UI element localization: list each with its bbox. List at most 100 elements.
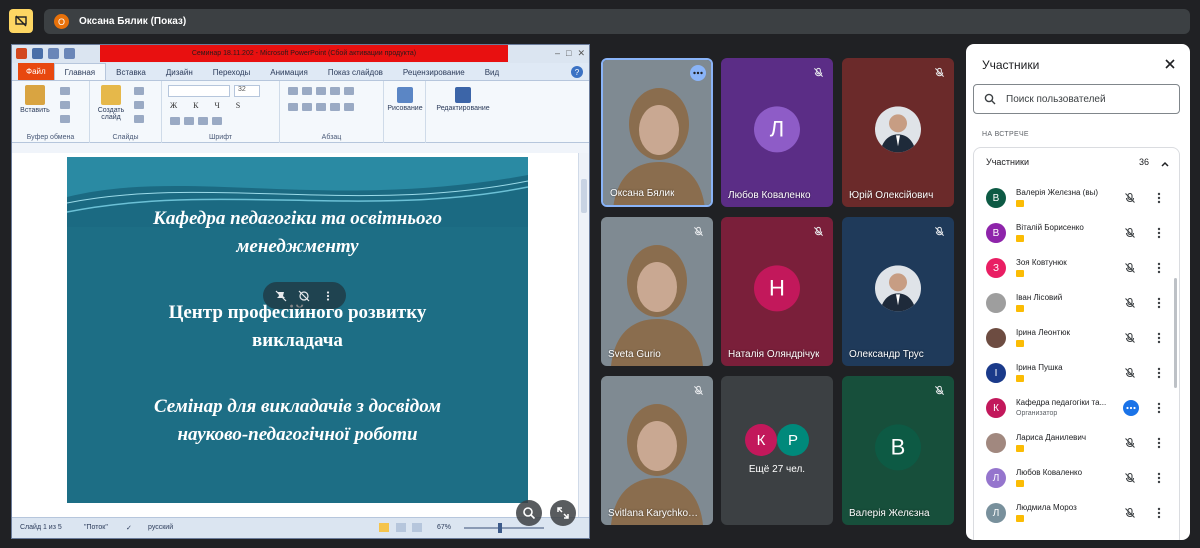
more-options-icon[interactable] — [1157, 506, 1161, 524]
mic-off-icon[interactable] — [1124, 506, 1136, 524]
hide-tile-icon[interactable] — [298, 290, 310, 302]
ribbon-tab[interactable]: Анимация — [260, 64, 318, 80]
participant-row[interactable]: Ірина Леонтюк — [974, 321, 1179, 356]
close-panel-button[interactable] — [1164, 57, 1176, 75]
organizer-options-button[interactable] — [1123, 400, 1139, 416]
more-options-icon[interactable] — [1157, 331, 1161, 349]
list-scrollbar[interactable] — [1174, 278, 1177, 388]
cut-icon[interactable] — [60, 87, 70, 95]
ribbon-tab[interactable]: Файл — [18, 63, 54, 80]
participant-tile[interactable]: К Р Ещё 27 чел. — [721, 376, 833, 525]
ribbon-tab[interactable]: Дизайн — [156, 64, 203, 80]
numbering-icon[interactable] — [302, 87, 312, 95]
participant-row[interactable]: Лариса Данилевич — [974, 426, 1179, 461]
font-color-icon[interactable] — [170, 117, 180, 125]
participant-row[interactable]: Іван Лісовий — [974, 286, 1179, 321]
zoom-in-button[interactable] — [516, 500, 542, 526]
layout-icon[interactable] — [134, 87, 144, 95]
fullscreen-button[interactable] — [550, 500, 576, 526]
reset-icon[interactable] — [134, 101, 144, 109]
format-painter-icon[interactable] — [60, 115, 70, 123]
more-options-icon[interactable] — [1157, 261, 1161, 279]
participant-tile[interactable]: Н Наталія Оляндрічук — [721, 217, 833, 366]
help-icon[interactable]: ? — [571, 66, 583, 78]
ribbon-tab[interactable]: Вид — [475, 64, 509, 80]
mic-off-icon[interactable] — [1124, 261, 1136, 279]
mic-off-icon[interactable] — [1124, 296, 1136, 314]
tile-options-button[interactable] — [690, 65, 706, 81]
align-left-icon[interactable] — [288, 103, 298, 111]
search-input[interactable]: Поиск пользователей — [973, 84, 1180, 114]
align-right-icon[interactable] — [316, 103, 326, 111]
save-icon[interactable] — [32, 48, 43, 59]
group-label[interactable]: Участники — [986, 157, 1029, 167]
mic-off-icon[interactable] — [1124, 191, 1136, 209]
participant-row[interactable]: З Зоя Ковтунюк — [974, 251, 1179, 286]
font-size-select[interactable]: 32 — [234, 85, 260, 97]
participant-tile[interactable]: Sveta Gurio — [601, 217, 713, 366]
participant-row[interactable]: Л Любов Коваленко — [974, 461, 1179, 496]
participant-tile[interactable]: Юрій Олексійович — [842, 58, 954, 207]
align-center-icon[interactable] — [302, 103, 312, 111]
normal-view-icon[interactable] — [379, 523, 389, 532]
sorter-view-icon[interactable] — [396, 523, 406, 532]
font-name-select[interactable] — [168, 85, 230, 97]
participant-row[interactable]: В Валерія Желєзна (вы) — [974, 181, 1179, 216]
clear-format-icon[interactable] — [212, 117, 222, 125]
stop-presenting-button[interactable] — [9, 9, 33, 33]
font-style-buttons[interactable]: Ж К Ч S — [170, 101, 247, 110]
line-spacing-icon[interactable] — [344, 87, 354, 95]
ribbon-tab[interactable]: Рецензирование — [393, 64, 475, 80]
more-options-icon[interactable] — [322, 290, 334, 302]
reading-view-icon[interactable] — [412, 523, 422, 532]
mic-off-icon[interactable] — [1124, 226, 1136, 244]
participant-row[interactable]: Л Людмила Мороз — [974, 496, 1179, 531]
mic-off-icon[interactable] — [1124, 331, 1136, 349]
more-options-icon[interactable] — [1157, 296, 1161, 314]
more-options-icon[interactable] — [1157, 366, 1161, 384]
collapse-button[interactable] — [1160, 156, 1170, 174]
redo-icon[interactable] — [64, 48, 75, 59]
editing-button[interactable]: Редактирование — [426, 87, 500, 112]
pin-off-icon[interactable] — [275, 290, 287, 302]
ribbon-tab[interactable]: Вставка — [106, 64, 156, 80]
participant-tile[interactable]: Олександр Трус — [842, 217, 954, 366]
participant-tile[interactable]: В Валерія Желєзна — [842, 376, 954, 525]
more-options-icon[interactable] — [1157, 471, 1161, 489]
participant-tile[interactable]: Л Любов Коваленко — [721, 58, 833, 207]
mic-off-icon[interactable] — [1124, 471, 1136, 489]
mic-off-icon[interactable] — [1124, 366, 1136, 384]
columns-icon[interactable] — [344, 103, 354, 111]
more-options-icon[interactable] — [1157, 226, 1161, 244]
participant-row[interactable]: І Ірина Пушка — [974, 356, 1179, 391]
mic-off-icon[interactable] — [1124, 436, 1136, 454]
outdent-icon[interactable] — [330, 87, 340, 95]
bullets-icon[interactable] — [288, 87, 298, 95]
undo-icon[interactable] — [48, 48, 59, 59]
new-slide-button[interactable]: Создать слайд — [94, 85, 128, 121]
vertical-scrollbar[interactable] — [578, 153, 589, 517]
paste-button[interactable]: Вставить — [18, 85, 52, 114]
participant-row[interactable]: В Віталій Борисенко — [974, 216, 1179, 251]
minimize-icon[interactable]: – — [555, 48, 560, 59]
scrollbar-thumb[interactable] — [581, 179, 587, 213]
ribbon-tab[interactable]: Главная — [53, 63, 107, 80]
spellcheck-icon[interactable]: ✓ — [126, 524, 132, 532]
participant-tile[interactable]: Оксана Бялик — [601, 58, 713, 207]
participant-row[interactable]: К Кафедра педагогіки та... Организатор — [974, 391, 1179, 426]
spacing-icon[interactable] — [198, 117, 208, 125]
maximize-icon[interactable]: □ — [566, 48, 571, 59]
copy-icon[interactable] — [60, 101, 70, 109]
zoom-slider-thumb[interactable] — [498, 523, 502, 533]
close-window-icon[interactable]: ✕ — [577, 48, 585, 59]
case-icon[interactable] — [184, 117, 194, 125]
ribbon-tab[interactable]: Показ слайдов — [318, 64, 393, 80]
indent-icon[interactable] — [316, 87, 326, 95]
ribbon-tab[interactable]: Переходы — [203, 64, 261, 80]
zoom-slider[interactable] — [464, 527, 544, 529]
justify-icon[interactable] — [330, 103, 340, 111]
more-options-icon[interactable] — [1157, 191, 1161, 209]
participant-tile[interactable]: Svitlana Karychkovska — [601, 376, 713, 525]
drawing-button[interactable]: Рисование — [384, 87, 426, 112]
section-icon[interactable] — [134, 115, 144, 123]
